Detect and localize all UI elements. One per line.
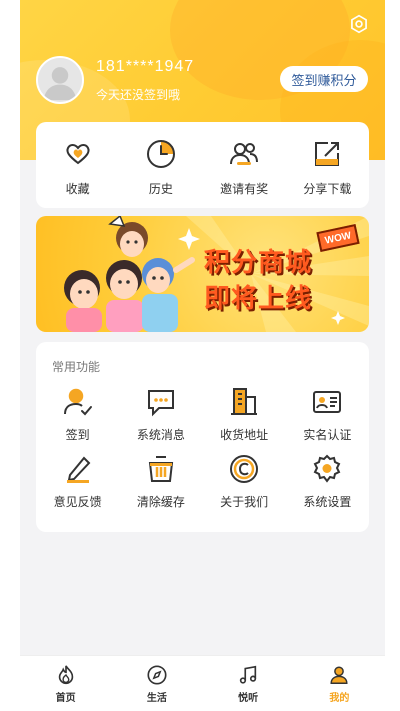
copyright-icon — [230, 455, 259, 483]
tab-label: 悦听 — [238, 693, 259, 704]
func-item-address[interactable]: 收货地址 — [203, 386, 286, 443]
share-icon — [315, 142, 340, 166]
func-item-verification[interactable]: 实名认证 — [286, 386, 369, 443]
func-item-about[interactable]: 关于我们 — [203, 453, 286, 510]
user-phone-number: 181****1947 — [96, 58, 195, 75]
quick-item-history[interactable]: 历史 — [119, 122, 202, 208]
quick-item-favorites[interactable]: 收藏 — [36, 122, 119, 208]
banner-title-line2: 即将上线 — [204, 284, 313, 314]
basket-icon — [148, 456, 173, 482]
user-check-icon — [63, 388, 92, 416]
tab-label: 首页 — [55, 693, 76, 704]
func-item-clear-cache[interactable]: 清除缓存 — [119, 453, 202, 510]
func-item-settings[interactable]: 系统设置 — [286, 453, 369, 510]
func-item-label: 关于我们 — [220, 495, 269, 509]
message-icon — [147, 390, 174, 417]
func-item-label: 收货地址 — [220, 428, 269, 442]
profile-screen: 181****1947 今天还没签到哦 签到赚积分 收藏 历史 邀请有奖 分享下… — [20, 0, 385, 711]
clock-icon — [146, 140, 175, 168]
quick-item-label: 历史 — [148, 182, 173, 196]
compass-icon — [147, 665, 167, 685]
func-item-label: 系统设置 — [303, 495, 352, 509]
tab-life[interactable]: 生活 — [111, 656, 202, 711]
bottom-tab-bar: 首页 生活 悦听 我的 — [20, 655, 385, 711]
heart-icon — [66, 144, 90, 165]
quick-actions-card: 收藏 历史 邀请有奖 分享下载 — [36, 122, 369, 208]
signin-earn-points-button[interactable]: 签到赚积分 — [280, 66, 368, 92]
avatar[interactable] — [36, 56, 84, 104]
tab-label: 我的 — [329, 693, 350, 704]
users-icon — [230, 143, 259, 165]
id-card-icon — [313, 391, 342, 413]
flame-icon — [58, 665, 73, 685]
functions-grid: 签到 系统消息 收货地址 实名认证 意见反馈 清除缓存 关于我们 系统设置 — [36, 386, 369, 510]
func-item-label: 系统消息 — [136, 428, 185, 442]
quick-item-label: 分享下载 — [303, 182, 352, 196]
tab-home[interactable]: 首页 — [20, 656, 111, 711]
gear-icon — [314, 454, 341, 483]
func-item-messages[interactable]: 系统消息 — [119, 386, 202, 443]
func-item-signin[interactable]: 签到 — [36, 386, 119, 443]
points-mall-banner[interactable]: 积分商城 即将上线 WOW — [36, 216, 369, 332]
func-item-label: 清除缓存 — [136, 495, 185, 509]
quick-item-label: 收藏 — [65, 182, 90, 196]
banner-title-line1: 积分商城 — [204, 248, 313, 278]
func-item-label: 签到 — [65, 428, 90, 442]
building-icon — [231, 388, 258, 415]
tab-mine[interactable]: 我的 — [294, 656, 385, 711]
quick-item-invite[interactable]: 邀请有奖 — [203, 122, 286, 208]
common-functions-card: 常用功能 签到 系统消息 收货地址 实名认证 意见反馈 清除缓存 关于我们 系统… — [36, 342, 369, 532]
func-item-feedback[interactable]: 意见反馈 — [36, 453, 119, 510]
pencil-icon — [66, 456, 91, 483]
func-item-label: 意见反馈 — [53, 495, 102, 509]
quick-item-share[interactable]: 分享下载 — [286, 122, 369, 208]
section-title: 常用功能 — [52, 360, 101, 374]
music-icon — [239, 665, 257, 684]
settings-icon[interactable] — [349, 14, 369, 34]
profile-icon — [330, 666, 348, 684]
tab-label: 生活 — [146, 693, 167, 704]
signin-status-text: 今天还没签到哦 — [96, 88, 181, 102]
quick-item-label: 邀请有奖 — [220, 182, 269, 196]
tab-listen[interactable]: 悦听 — [203, 656, 294, 711]
func-item-label: 实名认证 — [303, 428, 352, 442]
